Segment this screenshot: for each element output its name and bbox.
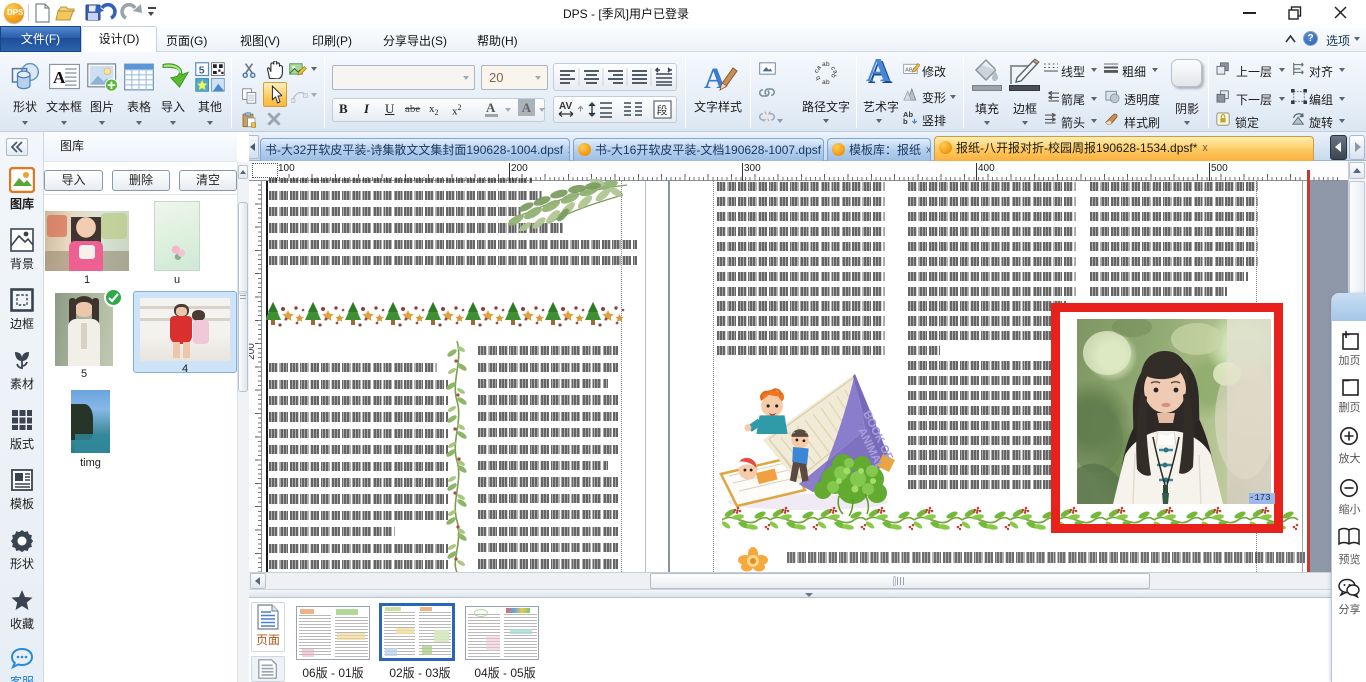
svg-text:AV: AV bbox=[559, 101, 572, 112]
svg-text:ab: ab bbox=[822, 79, 830, 86]
svg-text:A: A bbox=[704, 62, 726, 94]
svg-text:A: A bbox=[53, 68, 66, 87]
svg-text:段: 段 bbox=[657, 103, 668, 117]
svg-text:5: 5 bbox=[199, 64, 205, 76]
svg-text:ab: ab bbox=[822, 61, 830, 68]
svg-text:b: b bbox=[903, 117, 908, 125]
